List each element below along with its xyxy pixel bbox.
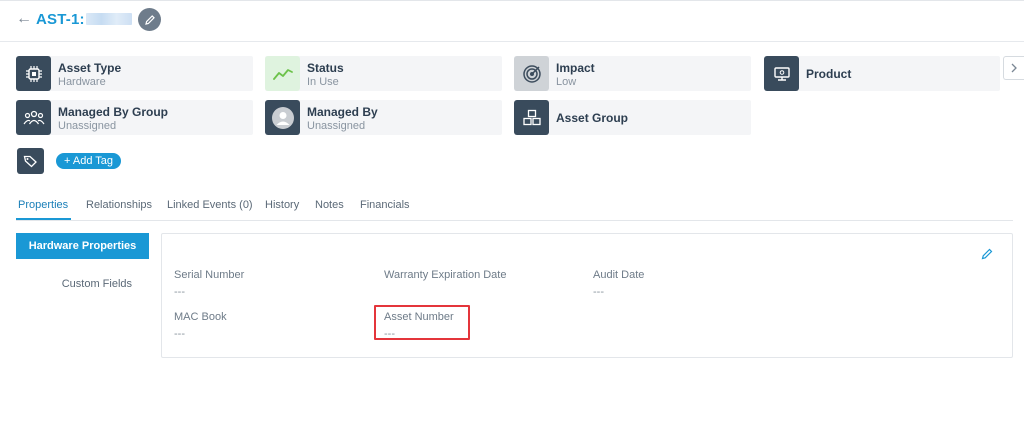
user-avatar-icon (265, 100, 300, 135)
field-value-mac-book: --- (174, 328, 185, 340)
card-value: Unassigned (58, 120, 117, 132)
monitor-icon (764, 56, 799, 91)
arrow-left-icon[interactable]: ← (16, 10, 32, 28)
tab-relationships[interactable]: Relationships (86, 199, 152, 211)
asset-id: AST-1: (36, 11, 85, 28)
tab-financials[interactable]: Financials (360, 199, 410, 211)
tab-history[interactable]: History (265, 199, 299, 211)
hardware-properties-panel (161, 233, 1013, 358)
card-title: Impact (556, 61, 595, 75)
sidebar-item-hardware-properties[interactable]: Hardware Properties (16, 233, 149, 259)
active-tab-indicator (16, 218, 71, 220)
card-value: Unassigned (307, 120, 366, 132)
card-title: Managed By (307, 105, 378, 119)
card-title: Status (307, 61, 344, 75)
card-managed-by-group[interactable]: Managed By Group Unassigned (16, 100, 253, 135)
card-title: Product (806, 67, 852, 81)
trend-line-icon (265, 56, 300, 91)
field-label-mac-book: MAC Book (174, 311, 227, 323)
tag-icon (17, 148, 44, 174)
target-icon (514, 56, 549, 91)
card-impact[interactable]: Impact Low (514, 56, 751, 91)
card-product[interactable]: Product (764, 56, 1000, 91)
card-title: Managed By Group (58, 105, 169, 119)
card-value: Low (556, 76, 577, 88)
card-managed-by[interactable]: Managed By Unassigned (265, 100, 502, 135)
card-value: In Use (307, 76, 339, 88)
redacted-asset-name (86, 13, 132, 25)
card-title: Asset Type (58, 61, 122, 75)
field-label-serial-number: Serial Number (174, 269, 245, 281)
field-value-audit-date: --- (593, 286, 604, 298)
tab-linked-events[interactable]: Linked Events (0) (167, 199, 253, 211)
card-status[interactable]: Status In Use (265, 56, 502, 91)
add-tag-button[interactable]: + Add Tag (56, 153, 122, 169)
detail-tabs: Properties Relationships Linked Events (… (16, 193, 1013, 221)
sidebar-item-custom-fields[interactable]: Custom Fields (16, 278, 149, 290)
card-title: Asset Group (556, 111, 629, 125)
chip-icon (16, 56, 51, 91)
pencil-icon[interactable] (138, 8, 161, 31)
card-value: Hardware (58, 76, 106, 88)
card-asset-group[interactable]: Asset Group (514, 100, 751, 135)
pencil-icon[interactable] (980, 247, 994, 261)
users-group-icon (16, 100, 51, 135)
asset-number-highlight-box (374, 305, 470, 340)
card-asset-type[interactable]: Asset Type Hardware (16, 56, 253, 91)
header-bar: ← AST-1: (0, 0, 1024, 42)
tab-properties[interactable]: Properties (18, 199, 68, 211)
chevron-right-icon[interactable] (1003, 56, 1024, 80)
field-value-serial-number: --- (174, 286, 185, 298)
tab-notes[interactable]: Notes (315, 199, 344, 211)
field-label-audit-date: Audit Date (593, 269, 645, 281)
cubes-icon (514, 100, 549, 135)
field-label-warranty-expiration-date: Warranty Expiration Date (384, 269, 507, 281)
